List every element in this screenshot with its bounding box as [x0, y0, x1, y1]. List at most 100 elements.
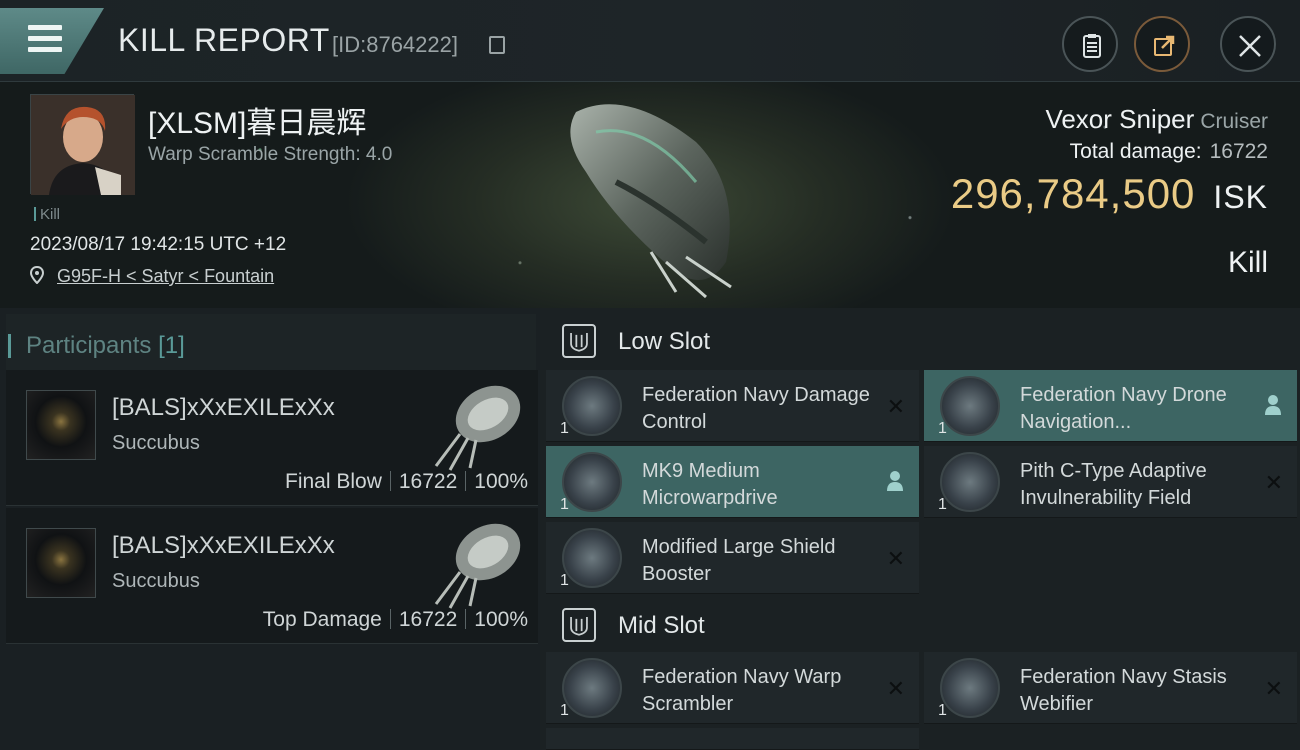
- participant-ship-icon: [434, 523, 521, 609]
- mid-slot-icon: [562, 608, 596, 642]
- destroyed-icon: ✕: [1264, 470, 1283, 495]
- fitting-panel: Low Slot 1 Federation Navy Damage Contro…: [540, 308, 1300, 750]
- isk-amount: 296,784,500: [950, 170, 1196, 217]
- participant-ship-icon: [434, 385, 521, 471]
- module-row[interactable]: 1 Federation Navy Stasis Webifier ✕: [924, 652, 1297, 724]
- stasis-webifier-icon: [940, 658, 1000, 718]
- module-quantity: 1: [560, 702, 569, 719]
- pilot-name[interactable]: [XLSM]暮日晨辉: [148, 98, 366, 142]
- share-button[interactable]: [1134, 16, 1190, 72]
- destroyed-icon: ✕: [886, 546, 905, 571]
- participant-name: [BALS]xXxEXILExXx: [112, 394, 335, 421]
- module-quantity: 1: [560, 572, 569, 589]
- damage-control-icon: [562, 376, 622, 436]
- share-icon: [1154, 35, 1175, 56]
- victim-summary: [XLSM]暮日晨辉 Warp Scramble Strength: 4.0 K…: [0, 82, 1300, 308]
- participant-damage: 16722: [398, 470, 458, 493]
- module-row[interactable]: 1 Modified Large Shield Booster ✕: [546, 522, 919, 594]
- participant-ship: Succubus: [112, 432, 200, 454]
- destroyed-icon: ✕: [886, 394, 905, 419]
- victim-portrait[interactable]: [30, 94, 135, 195]
- invulnerability-field-icon: [940, 452, 1000, 512]
- shield-booster-icon: [562, 528, 622, 588]
- total-damage: Total damage: 16722: [1070, 140, 1268, 164]
- participants-header: Participants [1]: [6, 314, 536, 370]
- module-quantity: 1: [560, 496, 569, 513]
- warp-scramble-strength: Warp Scramble Strength: 4.0: [148, 144, 393, 165]
- module-row[interactable]: 1 Federation Navy Damage Control ✕: [546, 370, 919, 442]
- ship-name: Vexor Sniper: [1045, 104, 1195, 134]
- dropped-person-icon: [1263, 394, 1283, 422]
- hamburger-icon[interactable]: [28, 25, 62, 53]
- isk-unit: ISK: [1213, 179, 1268, 215]
- victim-ship-image: [570, 104, 732, 299]
- participant-card[interactable]: [BALS]xXxEXILExXx Succubus Top Damage 167…: [6, 508, 538, 644]
- dropped-person-icon: [885, 470, 905, 498]
- copy-id-icon[interactable]: [489, 36, 505, 54]
- ship-class: Cruiser: [1200, 110, 1268, 133]
- module-row[interactable]: 1 Federation Navy Drone Navigation...: [924, 370, 1297, 442]
- isk-value: 296,784,500 ISK: [951, 170, 1268, 218]
- module-row[interactable]: 1 MK9 Medium Microwarpdrive: [546, 446, 919, 518]
- location-link[interactable]: G95F-H < Satyr < Fountain: [57, 266, 274, 286]
- divider: [465, 609, 467, 629]
- clipboard-button[interactable]: [1062, 16, 1118, 72]
- destroyed-icon: ✕: [886, 676, 905, 701]
- page-title: KILL REPORT: [118, 22, 330, 58]
- kill-timestamp: 2023/08/17 19:42:15 UTC +12: [30, 234, 287, 255]
- participant-stats: Top Damage 16722 100%: [263, 608, 528, 632]
- close-icon: [1239, 35, 1261, 57]
- module-name: MK9 Medium Microwarpdrive: [642, 460, 778, 509]
- module-quantity: 1: [938, 702, 947, 719]
- participant-percent: 100%: [474, 470, 528, 493]
- module-name: Modified Large Shield Booster: [642, 536, 836, 585]
- low-slot-header: Low Slot: [546, 310, 1298, 372]
- participants-count: [1]: [158, 332, 185, 359]
- participant-damage: 16722: [398, 608, 458, 631]
- participants-title: Participants [1]: [8, 332, 185, 360]
- drone-navigation-icon: [940, 376, 1000, 436]
- total-damage-value: 16722: [1209, 140, 1268, 163]
- module-name: Pith C-Type Adaptive Invulnerability Fie…: [1020, 460, 1207, 509]
- clipboard-icon: [1083, 34, 1101, 58]
- module-name: Federation Navy Drone Navigation...: [1020, 384, 1227, 433]
- module-quantity: 1: [560, 420, 569, 437]
- kill-status: Kill: [1227, 246, 1268, 279]
- location-pin-icon: [30, 266, 44, 284]
- divider: [389, 609, 391, 629]
- divider: [465, 471, 467, 491]
- participant-percent: 100%: [474, 608, 528, 631]
- module-name: Federation Navy Stasis Webifier: [1020, 666, 1227, 715]
- microwarpdrive-icon: [562, 452, 622, 512]
- mid-slot-title: Mid Slot: [618, 612, 705, 639]
- module-row[interactable]: 1 Federation Navy Warp Scrambler ✕: [546, 652, 919, 724]
- participant-ship: Succubus: [112, 570, 200, 592]
- total-damage-label: Total damage:: [1069, 140, 1202, 163]
- low-slot-icon: [562, 324, 596, 358]
- participants-label: Participants: [26, 332, 152, 359]
- module-row-partial[interactable]: [546, 728, 919, 750]
- pilot-avatar: [31, 95, 135, 195]
- report-id: [ID:8764222]: [332, 32, 458, 57]
- participant-card[interactable]: [BALS]xXxEXILExXx Succubus Final Blow 167…: [6, 370, 538, 506]
- module-row[interactable]: 1 Pith C-Type Adaptive Invulnerability F…: [924, 446, 1297, 518]
- kill-location[interactable]: G95F-H < Satyr < Fountain: [30, 266, 274, 287]
- mid-slot-header: Mid Slot: [546, 594, 1298, 656]
- low-slot-title: Low Slot: [618, 328, 711, 355]
- participant-role: Top Damage: [262, 608, 382, 631]
- participant-avatar: [26, 528, 96, 598]
- module-name: Federation Navy Warp Scrambler: [642, 666, 842, 715]
- destroyed-icon: ✕: [1264, 676, 1283, 701]
- kill-tag: Kill: [34, 206, 60, 223]
- divider: [389, 471, 391, 491]
- participant-stats: Final Blow 16722 100%: [285, 470, 528, 494]
- warp-scrambler-icon: [562, 658, 622, 718]
- module-quantity: 1: [938, 420, 947, 437]
- close-button[interactable]: [1220, 16, 1276, 72]
- module-name: Federation Navy Damage Control: [642, 384, 870, 433]
- participant-role: Final Blow: [285, 470, 382, 493]
- title-bar: KILL REPORT [ID:8764222]: [0, 0, 1300, 82]
- victim-ship[interactable]: Vexor Sniper Cruiser: [1045, 104, 1268, 135]
- participant-name: [BALS]xXxEXILExXx: [112, 532, 335, 559]
- module-quantity: 1: [938, 496, 947, 513]
